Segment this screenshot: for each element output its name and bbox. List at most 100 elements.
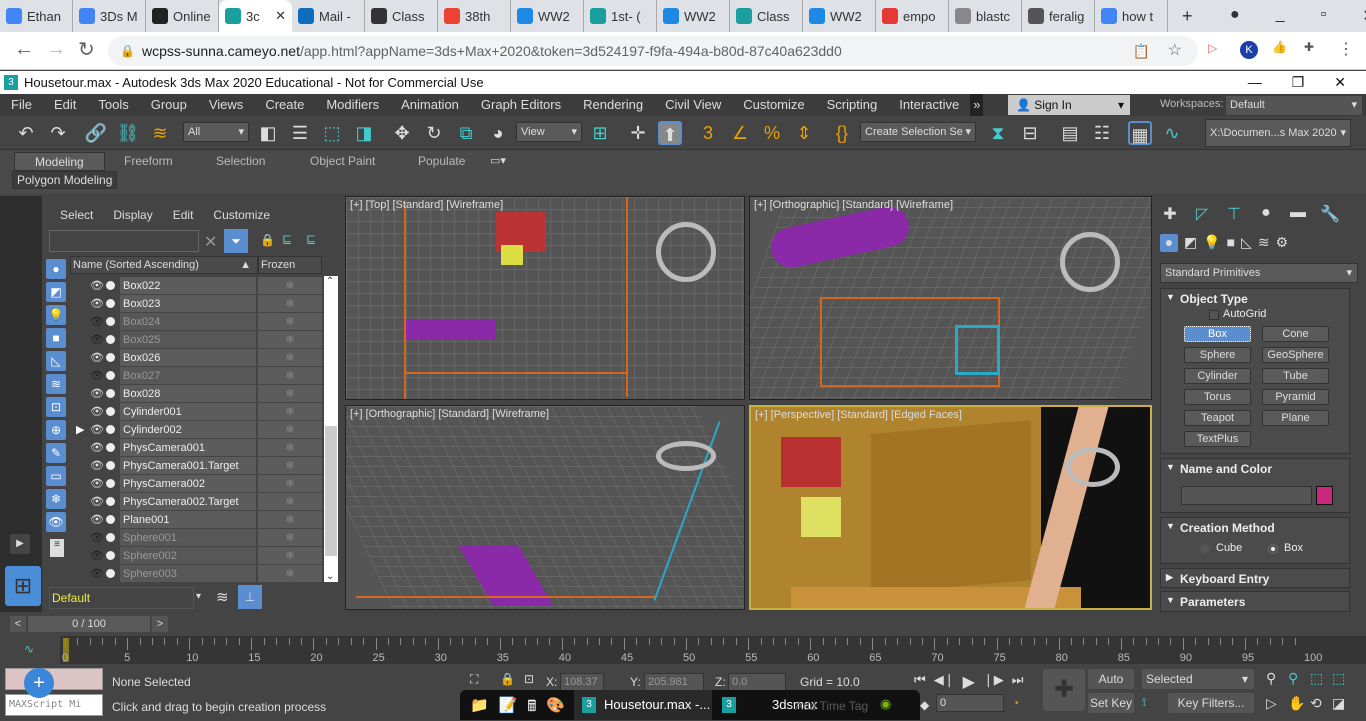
browser-tab[interactable]: Mail - [292,0,365,32]
close-icon[interactable]: ✕ [1362,6,1366,26]
viewcube-icon[interactable] [656,441,716,471]
list-item[interactable]: 👁 Plane001 ❄ [78,511,322,529]
rollout-title[interactable]: Parameters [1180,595,1245,609]
scale-icon[interactable]: ⧉ [454,121,478,145]
move-icon[interactable]: ✥ [390,121,414,145]
notepad-icon[interactable]: 📝 [499,696,518,721]
freeze-icon[interactable]: ❄ [258,331,322,348]
scrollbar-thumb[interactable] [325,426,337,556]
primitive-box-button[interactable]: Box [1184,326,1251,342]
menu-item[interactable]: Create [254,94,315,116]
list-item[interactable]: 👁 Sphere003 ❄ [78,565,322,583]
list-item[interactable]: 👁 PhysCamera001 ❄ [78,439,322,457]
list-item[interactable]: 👁 Box026 ❄ [78,349,322,367]
prev-key-icon[interactable]: ◀❘ [934,672,955,692]
object-color-swatch[interactable] [1316,486,1333,505]
spacewarps-filter-icon[interactable]: ≋ [46,374,66,394]
freeze-icon[interactable]: ❄ [258,439,322,456]
primitive-cone-button[interactable]: Cone [1262,326,1329,342]
add-fab-icon[interactable]: + [24,668,54,698]
viewport-perspective[interactable]: [+] [Perspective] [Standard] [Edged Face… [749,405,1152,610]
freeze-icon[interactable]: ❄ [258,421,322,438]
app-restore-icon[interactable]: ❐ [1292,71,1305,94]
viewcube-icon[interactable] [1060,232,1120,292]
menu-item[interactable]: Customize [732,94,815,116]
eye-hidden-icon[interactable]: 👁 [90,547,104,565]
utilities-tab-icon[interactable]: 🔧 [1319,204,1341,224]
bind-spacewarp-icon[interactable]: ≋ [148,121,172,145]
column-header-name[interactable]: Name (Sorted Ascending) ▲ [70,256,258,274]
isolate-selection-icon[interactable]: ⛶ [470,672,478,687]
zoom-all-icon[interactable]: ⚲ [1288,670,1310,687]
workspaces-dropdown[interactable]: Default ▾ [1226,96,1362,115]
sign-in-button[interactable]: 👤 Sign In ▾ [1008,95,1130,115]
viewport-label[interactable]: [+] [Orthographic] [Standard] [Wireframe… [754,199,953,211]
menu-item[interactable]: Group [140,94,198,116]
menu-item[interactable]: Views [198,94,254,116]
collapse-arrow-icon[interactable]: ▼ [1166,595,1175,605]
file-explorer-icon[interactable]: 📁 [470,696,489,721]
field-of-view-icon[interactable]: ▷ [1266,695,1288,712]
collapse-arrow-icon[interactable]: ▼ [1166,292,1175,302]
browser-tab[interactable]: blastc [949,0,1022,32]
eye-hidden-icon[interactable]: 👁 [90,565,104,583]
primitive-pyramid-button[interactable]: Pyramid [1262,389,1329,405]
browser-tab[interactable]: how t [1095,0,1168,32]
display-tab-icon[interactable]: ▬ [1287,204,1309,224]
helpers-icon[interactable]: ◺ [1241,234,1252,252]
browser-tab[interactable]: WW2 [511,0,584,32]
object-name[interactable]: Box024 [120,313,256,330]
list-item[interactable]: 👁 PhysCamera001.Target ❄ [78,457,322,475]
object-name[interactable]: PhysCamera002 [120,475,256,492]
unlink-icon[interactable]: ⛓ [116,121,140,145]
explorer-menu-item[interactable]: Edit [173,208,194,222]
ribbon-tab[interactable]: Object Paint [290,152,395,171]
ribbon-toggle-icon[interactable]: ▦ [1128,121,1152,145]
ribbon-tab[interactable]: Freeform [104,152,193,171]
primitive-textplus-button[interactable]: TextPlus [1184,431,1251,447]
geometry-filter-icon[interactable]: ● [46,259,66,279]
tab-close-icon[interactable]: ✕ [275,8,286,24]
primitive-sphere-button[interactable]: Sphere [1184,347,1251,363]
viewport-label[interactable]: [+] [Perspective] [Standard] [Edged Face… [755,409,962,421]
freeze-icon[interactable]: ❄ [258,493,322,510]
object-name[interactable]: Box026 [120,349,256,366]
window-crossing-icon[interactable]: ◨ [352,121,376,145]
maximize-icon[interactable]: ▫ [1321,6,1327,26]
xrefs-filter-icon[interactable]: ⊕ [46,420,66,440]
spinner-snap-icon[interactable]: ⇕ [792,121,816,145]
ribbon-options-icon[interactable]: ▭▾ [490,154,506,167]
calculator-icon[interactable]: 🖩 [527,696,536,721]
maxscript-listener[interactable] [5,668,103,690]
url-input[interactable]: 🔒 wcpss-sunna.cameyo.net/app.html?appNam… [108,36,1198,66]
hierarchy-view-icon[interactable]: ⊥ [238,585,262,609]
undo-icon[interactable]: ↶ [14,121,38,145]
profile-menu-icon[interactable]: ● [1230,6,1240,26]
layer-dropdown-arrow-icon[interactable]: ▾ [196,591,201,602]
object-name[interactable]: Cylinder001 [120,403,256,420]
new-tab-icon[interactable]: + [1168,6,1207,27]
hierarchy-tab-icon[interactable]: ⊤ [1223,204,1245,224]
browser-tab[interactable]: Class [730,0,803,32]
menu-item[interactable]: Edit [43,94,87,116]
rotate-icon[interactable]: ↻ [422,121,446,145]
category-dropdown[interactable]: Standard Primitives ▾ [1160,263,1358,283]
object-name[interactable]: PhysCamera001 [120,439,256,456]
rollout-title[interactable]: Creation Method [1180,521,1275,535]
forward-icon[interactable]: → [46,38,66,61]
key-mode-toggle-icon[interactable]: ◆ [920,698,929,712]
list-item[interactable]: 👁 Box025 ❄ [78,331,322,349]
extensions-puzzle-icon[interactable]: ✚ [1304,40,1314,54]
primitive-torus-button[interactable]: Torus [1184,389,1251,405]
menu-item[interactable]: Animation [390,94,470,116]
freeze-icon[interactable]: ❄ [258,349,322,366]
list-item[interactable]: 👁 Box024 ❄ [78,313,322,331]
add-time-tag-button[interactable]: Add Time Tag [795,699,868,713]
thumbs-up-extension-icon[interactable]: 👍 [1272,40,1287,54]
eye-hidden-icon[interactable]: 👁 [90,367,104,385]
explorer-menu-item[interactable]: Customize [213,208,270,222]
browser-tab[interactable]: 3Ds M [73,0,146,32]
app-minimize-icon[interactable]: — [1248,71,1262,94]
track-bar[interactable]: 0 5 10 15 20 25 30 35 40 45 50 55 60 65 70 75 80 85 90 95 10… [60,636,1366,664]
time-slider[interactable]: 0 / 100 [28,616,150,632]
